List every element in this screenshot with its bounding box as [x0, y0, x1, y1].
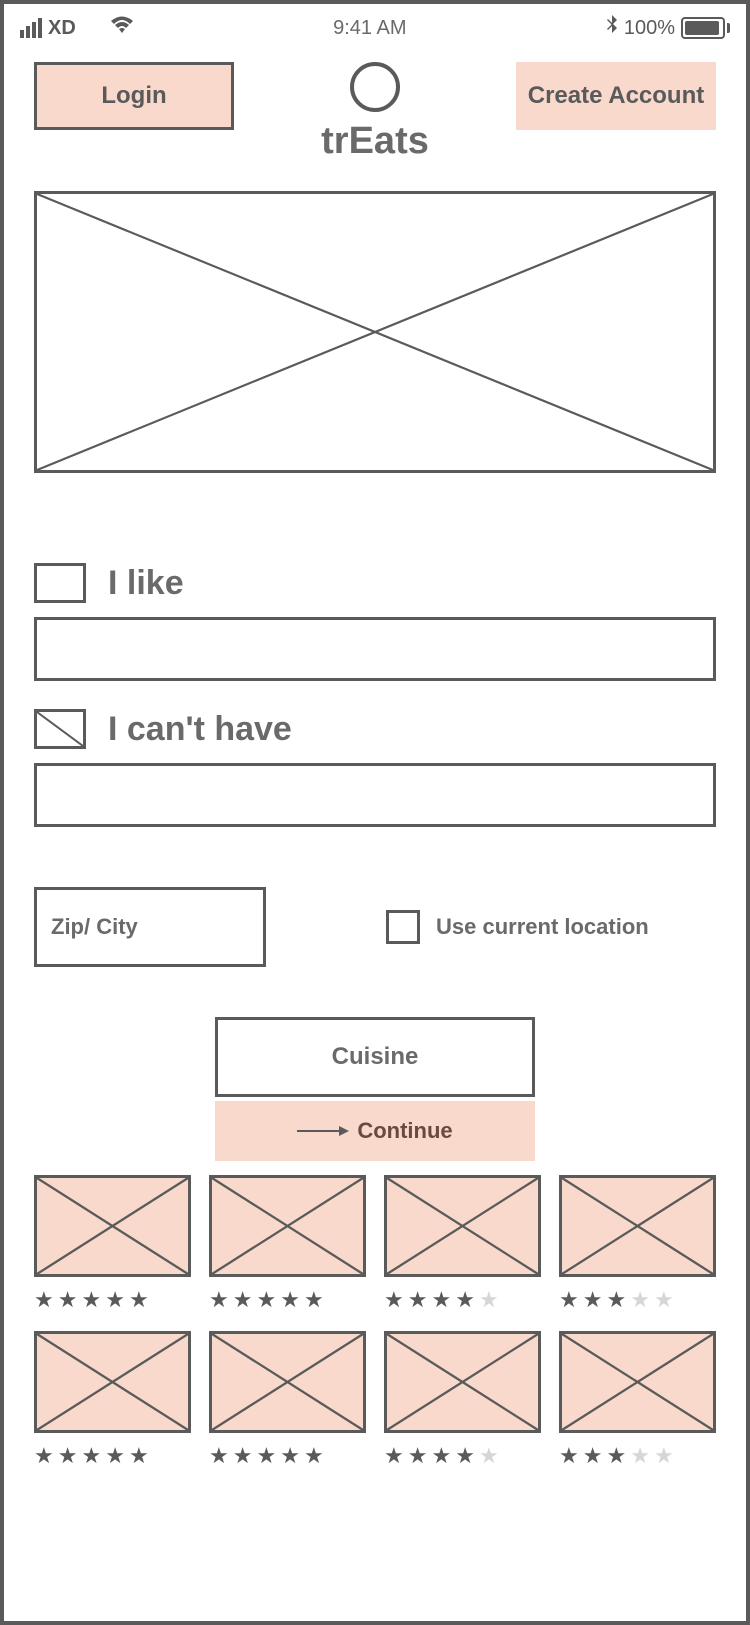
like-label: I like [108, 564, 184, 603]
star-icon: ★ [408, 1287, 428, 1313]
zip-city-input[interactable]: Zip/ City [34, 887, 266, 967]
result-card[interactable]: ★★★★★ [209, 1175, 366, 1313]
continue-label: Continue [357, 1118, 452, 1144]
star-icon: ★ [304, 1443, 324, 1469]
logo-icon [350, 62, 400, 112]
star-icon: ★ [559, 1287, 579, 1313]
use-location-checkbox[interactable] [386, 910, 420, 944]
star-icon: ★ [58, 1287, 78, 1313]
cant-have-label: I can't have [108, 710, 292, 749]
star-icon: ★ [58, 1443, 78, 1469]
star-icon: ★ [129, 1443, 149, 1469]
thumbnail-placeholder [209, 1331, 366, 1433]
star-icon: ★ [630, 1443, 650, 1469]
star-rating: ★★★★★ [209, 1443, 366, 1469]
star-icon: ★ [559, 1443, 579, 1469]
star-icon: ★ [280, 1287, 300, 1313]
star-rating: ★★★★★ [384, 1287, 541, 1313]
star-icon: ★ [209, 1287, 229, 1313]
thumbnail-placeholder [559, 1175, 716, 1277]
cant-have-input[interactable] [34, 763, 716, 827]
star-rating: ★★★★★ [559, 1443, 716, 1469]
star-icon: ★ [209, 1443, 229, 1469]
star-rating: ★★★★★ [384, 1443, 541, 1469]
result-card[interactable]: ★★★★★ [34, 1175, 191, 1313]
star-icon: ★ [105, 1443, 125, 1469]
star-icon: ★ [233, 1443, 253, 1469]
star-rating: ★★★★★ [559, 1287, 716, 1313]
star-icon: ★ [280, 1443, 300, 1469]
star-icon: ★ [606, 1287, 626, 1313]
cant-have-icon-box [34, 709, 86, 749]
star-icon: ★ [408, 1443, 428, 1469]
star-icon: ★ [129, 1287, 149, 1313]
star-icon: ★ [384, 1287, 404, 1313]
battery-percent: 100% [624, 17, 675, 40]
thumbnail-placeholder [384, 1331, 541, 1433]
result-card[interactable]: ★★★★★ [384, 1175, 541, 1313]
app-name: trEats [321, 120, 429, 163]
star-icon: ★ [654, 1443, 674, 1469]
continue-button[interactable]: Continue [215, 1101, 535, 1161]
status-time: 9:41 AM [333, 17, 406, 40]
header: Login trEats Create Account [4, 48, 746, 163]
star-icon: ★ [256, 1443, 276, 1469]
result-card[interactable]: ★★★★★ [34, 1331, 191, 1469]
status-bar: XD 9:41 AM 100% [4, 4, 746, 48]
star-icon: ★ [455, 1287, 475, 1313]
star-icon: ★ [606, 1443, 626, 1469]
create-account-button[interactable]: Create Account [516, 62, 716, 130]
star-icon: ★ [654, 1287, 674, 1313]
star-rating: ★★★★★ [34, 1287, 191, 1313]
thumbnail-placeholder [34, 1175, 191, 1277]
star-icon: ★ [630, 1287, 650, 1313]
bluetooth-icon [606, 15, 618, 41]
star-icon: ★ [233, 1287, 253, 1313]
star-icon: ★ [583, 1287, 603, 1313]
wifi-icon [110, 16, 134, 40]
star-icon: ★ [455, 1443, 475, 1469]
results-grid: ★★★★★★★★★★★★★★★★★★★★★★★★★★★★★★★★★★★★★★★★ [4, 1161, 746, 1469]
star-icon: ★ [81, 1287, 101, 1313]
signal-icon [20, 18, 42, 38]
star-icon: ★ [256, 1287, 276, 1313]
star-icon: ★ [431, 1443, 451, 1469]
star-icon: ★ [105, 1287, 125, 1313]
result-card[interactable]: ★★★★★ [559, 1331, 716, 1469]
thumbnail-placeholder [34, 1331, 191, 1433]
hero-image-placeholder [34, 191, 716, 473]
star-icon: ★ [479, 1443, 499, 1469]
like-icon-box [34, 563, 86, 603]
battery-icon [681, 17, 730, 39]
star-icon: ★ [583, 1443, 603, 1469]
thumbnail-placeholder [559, 1331, 716, 1433]
star-icon: ★ [34, 1443, 54, 1469]
star-icon: ★ [34, 1287, 54, 1313]
cuisine-button[interactable]: Cuisine [215, 1017, 535, 1097]
star-icon: ★ [431, 1287, 451, 1313]
result-card[interactable]: ★★★★★ [559, 1175, 716, 1313]
star-icon: ★ [384, 1443, 404, 1469]
star-rating: ★★★★★ [209, 1287, 366, 1313]
star-icon: ★ [81, 1443, 101, 1469]
star-rating: ★★★★★ [34, 1443, 191, 1469]
arrow-right-icon [297, 1130, 347, 1132]
like-input[interactable] [34, 617, 716, 681]
thumbnail-placeholder [209, 1175, 366, 1277]
result-card[interactable]: ★★★★★ [209, 1331, 366, 1469]
star-icon: ★ [479, 1287, 499, 1313]
carrier-label: XD [48, 17, 76, 40]
star-icon: ★ [304, 1287, 324, 1313]
login-button[interactable]: Login [34, 62, 234, 130]
use-location-label: Use current location [436, 914, 649, 940]
thumbnail-placeholder [384, 1175, 541, 1277]
result-card[interactable]: ★★★★★ [384, 1331, 541, 1469]
